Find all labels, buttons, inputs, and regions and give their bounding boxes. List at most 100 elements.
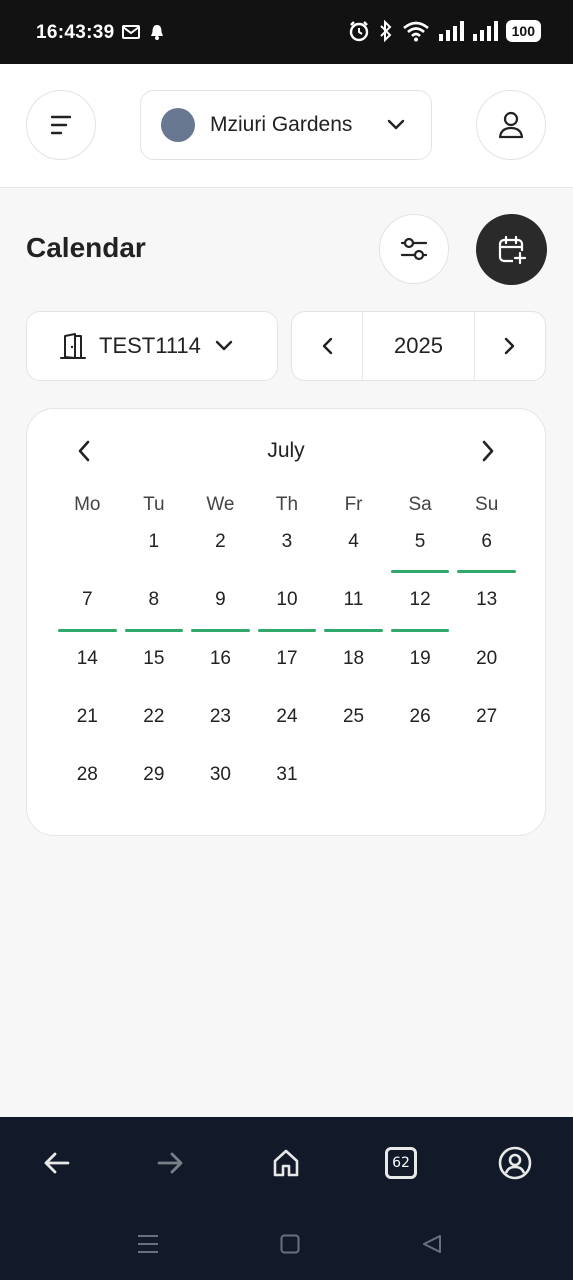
- weekday-header: Fr: [344, 494, 363, 515]
- tabs-button[interactable]: 62: [381, 1143, 421, 1183]
- day-cell[interactable]: 11: [320, 581, 387, 639]
- page-title: Calendar: [26, 232, 146, 263]
- door-icon: [60, 333, 86, 359]
- day-number: 31: [276, 764, 298, 786]
- chevron-down-icon: [215, 340, 233, 351]
- weekday-header: Su: [475, 494, 499, 515]
- booking-indicator: [457, 570, 516, 574]
- day-cell[interactable]: 8: [121, 581, 188, 639]
- account-button[interactable]: [495, 1143, 535, 1183]
- profile-button[interactable]: [476, 90, 546, 160]
- day-number: 6: [481, 531, 492, 552]
- day-cell[interactable]: 14: [54, 640, 121, 698]
- day-number: 21: [76, 705, 98, 727]
- day-cell[interactable]: 5: [387, 523, 454, 581]
- day-cell[interactable]: 1: [121, 523, 188, 581]
- day-cell[interactable]: 18: [320, 640, 387, 698]
- day-cell[interactable]: 17: [254, 640, 321, 698]
- day-number: 24: [276, 705, 298, 727]
- day-number: 9: [215, 589, 226, 611]
- day-cell[interactable]: 19: [387, 640, 454, 698]
- day-number: 3: [281, 531, 293, 552]
- back-nav-button[interactable]: [417, 1229, 447, 1259]
- wifi-icon: [402, 21, 429, 42]
- day-cell[interactable]: 15: [121, 640, 188, 698]
- status-bar: 16:43:39 100: [0, 0, 573, 64]
- day-cell[interactable]: 21: [54, 698, 121, 756]
- filter-button[interactable]: [379, 214, 449, 284]
- room-select[interactable]: TEST1114: [26, 311, 278, 381]
- prev-year-button[interactable]: [292, 312, 362, 380]
- day-number: 23: [209, 705, 231, 727]
- booking-indicator: [58, 628, 117, 632]
- day-number: 7: [81, 589, 93, 611]
- day-cell[interactable]: 3: [254, 523, 321, 581]
- next-month-button[interactable]: [471, 431, 505, 471]
- day-number: 19: [409, 647, 431, 669]
- add-booking-button[interactable]: [476, 214, 547, 285]
- room-label: TEST1114: [99, 333, 201, 358]
- battery-icon: 100: [505, 20, 541, 42]
- day-number: 20: [476, 647, 498, 669]
- day-cell[interactable]: 27: [453, 698, 520, 756]
- weekday-header: Mo: [74, 494, 101, 515]
- account-circle-icon: [498, 1146, 532, 1180]
- day-number: 29: [143, 764, 165, 786]
- calendar-plus-icon: [498, 235, 527, 265]
- weekday-header: Tu: [143, 494, 165, 515]
- day-number: 30: [209, 764, 231, 786]
- org-avatar: [161, 108, 195, 142]
- recent-apps-button[interactable]: [133, 1229, 163, 1259]
- day-number: 18: [342, 647, 365, 669]
- day-cell[interactable]: 10: [254, 581, 321, 639]
- chevron-left-icon: [322, 337, 333, 355]
- day-cell[interactable]: 4: [320, 523, 387, 581]
- back-button[interactable]: [36, 1143, 76, 1183]
- chevron-right-icon: [504, 337, 515, 355]
- arrow-right-icon: [157, 1152, 183, 1174]
- day-number: 8: [148, 589, 160, 611]
- day-number: 15: [143, 647, 165, 669]
- day-cell[interactable]: 26: [387, 698, 454, 756]
- day-cell[interactable]: 2: [187, 523, 254, 581]
- day-number: 27: [476, 705, 498, 727]
- day-cell[interactable]: 28: [54, 756, 121, 814]
- day-cell[interactable]: 24: [254, 698, 321, 756]
- tab-count: 62: [385, 1147, 417, 1179]
- day-number: 26: [409, 705, 431, 727]
- day-cell[interactable]: 25: [320, 698, 387, 756]
- home-icon: [273, 1149, 299, 1177]
- day-cell[interactable]: 13: [453, 581, 520, 639]
- booking-indicator: [390, 628, 450, 632]
- home-nav-button[interactable]: [275, 1229, 305, 1259]
- next-year-button[interactable]: [475, 312, 545, 380]
- day-number: 11: [343, 589, 364, 611]
- home-button[interactable]: [266, 1143, 306, 1183]
- square-icon: [280, 1234, 300, 1254]
- booking-indicator: [257, 628, 317, 632]
- day-cell[interactable]: 22: [121, 698, 188, 756]
- forward-button[interactable]: [151, 1143, 191, 1183]
- day-cell[interactable]: 20: [453, 640, 520, 698]
- day-cell[interactable]: 9: [187, 581, 254, 639]
- app-header: Mziuri Gardens: [0, 64, 573, 188]
- day-number: 28: [76, 764, 98, 786]
- menu-button[interactable]: [26, 90, 96, 160]
- menu-icon: [50, 115, 72, 135]
- day-cell[interactable]: 30: [187, 756, 254, 814]
- day-cell[interactable]: 23: [187, 698, 254, 756]
- day-cell[interactable]: 6: [453, 523, 520, 581]
- chevron-down-icon: [387, 119, 405, 130]
- day-cell[interactable]: 12: [387, 581, 454, 639]
- notification-bell-icon: [151, 25, 163, 40]
- day-cell[interactable]: 7: [54, 581, 121, 639]
- triangle-back-icon: [423, 1235, 441, 1253]
- day-cell[interactable]: 16: [187, 640, 254, 698]
- day-cell[interactable]: 29: [121, 756, 188, 814]
- signal-icon: [472, 21, 498, 41]
- calendar-grid: Mo Tu We Th Fr Sa Su 1 2 3 4 5 6 7 8 9 10 11 12 13 14 15 16 17 1…: [54, 487, 520, 814]
- day-cell[interactable]: 31: [254, 756, 321, 814]
- sliders-icon: [400, 237, 428, 261]
- organization-select[interactable]: Mziuri Gardens: [140, 90, 432, 160]
- day-number: 17: [276, 647, 298, 669]
